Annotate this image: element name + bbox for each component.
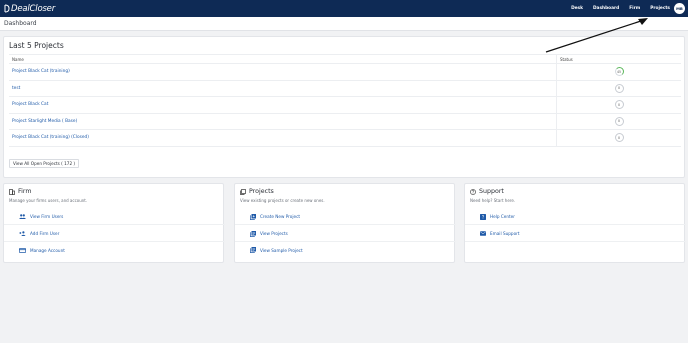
table-row: Project Black Cat (training) 45 (9, 64, 681, 81)
view-firm-users-link[interactable]: View Firm Users (4, 209, 225, 225)
view-sample-project-label: View Sample Project (260, 247, 303, 253)
progress-ring: 0 (614, 116, 624, 126)
library-sample-icon (250, 247, 256, 253)
add-firm-user-label: Add Firm User (30, 231, 60, 236)
annotation-arrow-icon (545, 18, 648, 53)
help-circle-icon (470, 188, 476, 195)
logo-mark-icon (4, 4, 10, 13)
column-header-status: Status (560, 56, 573, 62)
nav-desk[interactable]: Desk (571, 6, 583, 11)
support-card-title: Support (479, 188, 504, 195)
project-link[interactable]: test (9, 80, 557, 96)
last-projects-title: Last 5 Projects (9, 41, 64, 50)
view-projects-link[interactable]: View Projects (235, 226, 456, 242)
logo-text: DealCloser (11, 3, 55, 14)
status-cell: 0 (557, 130, 681, 146)
firm-card: Firm Manage your firms users, and accoun… (3, 183, 225, 263)
library-icon (240, 188, 246, 195)
nav-projects[interactable]: Projects (650, 6, 670, 11)
view-all-projects-button[interactable]: View All Open Projects ( 172 ) (9, 159, 80, 168)
progress-ring: 0 (614, 100, 624, 110)
page-title: Dashboard (4, 20, 37, 27)
create-new-project-link[interactable]: Create New Project (235, 209, 456, 225)
library-add-icon (250, 213, 256, 220)
project-link[interactable]: Project Black Cat (training) (Closed) (9, 130, 557, 146)
create-new-project-label: Create New Project (260, 214, 301, 219)
last-projects-card: Last 5 Projects Name Status Project Blac… (3, 36, 685, 178)
firm-card-header: Firm (9, 188, 32, 195)
email-icon (480, 231, 486, 236)
project-link[interactable]: Project Black Cat (training) (9, 64, 557, 80)
manage-account-link[interactable]: Manage Account (4, 242, 225, 258)
email-support-label: Email Support (490, 231, 520, 236)
projects-card-header: Projects (240, 188, 274, 195)
users-icon (19, 214, 26, 219)
view-firm-users-label: View Firm Users (30, 214, 64, 219)
progress-ring: 0 (614, 133, 624, 143)
status-cell: 0 (557, 81, 681, 97)
building-icon (9, 188, 15, 195)
firm-card-title: Firm (18, 188, 32, 195)
projects-card-title: Projects (249, 188, 274, 195)
status-cell: 45 (557, 64, 681, 80)
table-row: test 0 (9, 80, 681, 97)
project-link[interactable]: Project Starlight Media ( Base) (9, 113, 557, 129)
progress-ring: 0 (614, 83, 624, 93)
support-card: Support Need help? Start here. Help Cent… (464, 183, 686, 263)
progress-ring: 45 (614, 67, 624, 77)
dealcloser-logo[interactable]: DealCloser (4, 3, 55, 14)
status-cell: 0 (557, 114, 681, 130)
library-books-icon (250, 230, 256, 237)
table-row: Project Starlight Media ( Base) 0 (9, 113, 681, 130)
manage-account-label: Manage Account (30, 247, 65, 253)
credit-card-icon (19, 247, 26, 253)
project-link[interactable]: Project Black Cat (9, 97, 557, 113)
nav-firm[interactable]: Firm (629, 6, 640, 11)
nav-dashboard[interactable]: Dashboard (593, 6, 619, 11)
projects-table: Name Status Project Black Cat (training)… (9, 54, 681, 147)
email-support-link[interactable]: Email Support (465, 226, 686, 242)
help-center-icon (480, 213, 486, 220)
column-header-name: Name (9, 55, 557, 63)
add-firm-user-link[interactable]: Add Firm User (4, 226, 225, 242)
status-cell: 0 (557, 97, 681, 113)
help-center-link[interactable]: Help Center (465, 209, 686, 225)
projects-card: Projects View existing projects or creat… (234, 183, 456, 263)
view-sample-project-link[interactable]: View Sample Project (235, 242, 456, 258)
add-user-icon (19, 231, 26, 236)
projects-card-subtitle: View existing projects or create new one… (240, 198, 325, 203)
support-card-subtitle: Need help? Start here. (470, 198, 516, 203)
help-center-label: Help Center (490, 214, 515, 219)
view-projects-label: View Projects (260, 231, 288, 236)
support-card-header: Support (470, 188, 504, 195)
user-avatar[interactable]: MB (674, 3, 685, 14)
firm-card-subtitle: Manage your firms users, and account. (9, 198, 88, 203)
table-row: Project Black Cat (training) (Closed) 0 (9, 130, 681, 147)
table-row: Project Black Cat 0 (9, 97, 681, 114)
